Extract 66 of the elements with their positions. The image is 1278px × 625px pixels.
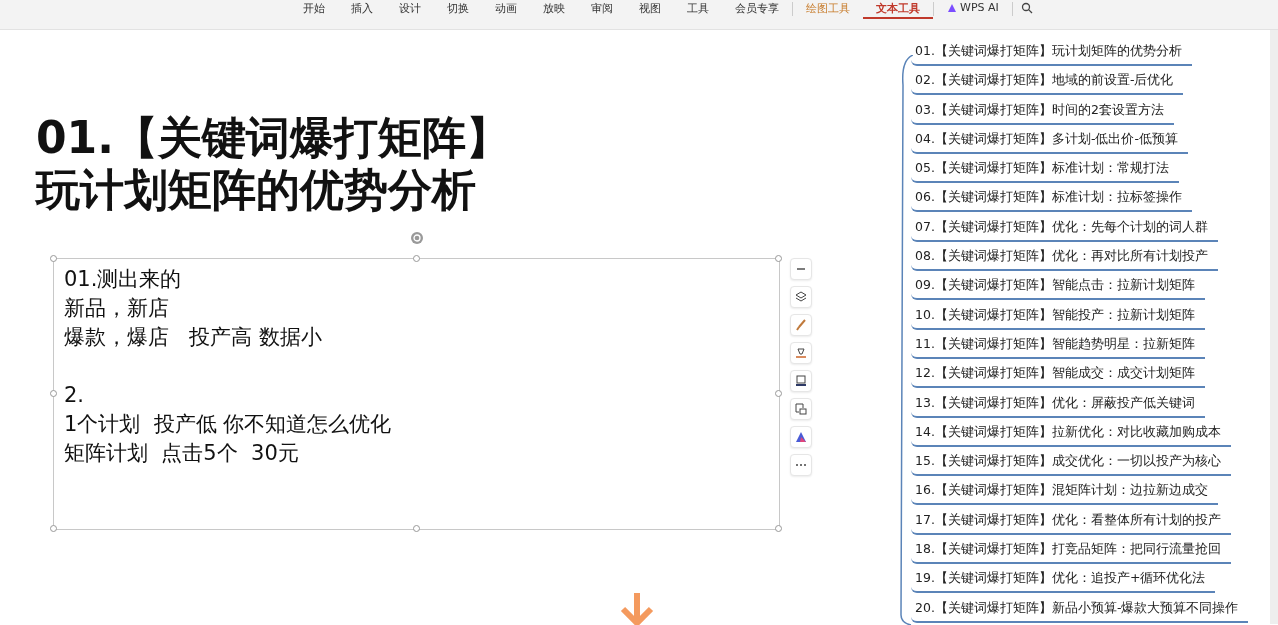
ribbon-tab[interactable]: 开始 — [290, 0, 338, 19]
resize-handle[interactable] — [50, 525, 57, 532]
outline-node[interactable]: 05.【关键词爆打矩阵】标准计划：常规打法 — [911, 155, 1179, 184]
shapes-icon — [794, 402, 808, 416]
resize-handle[interactable] — [775, 390, 782, 397]
text-line: 爆款，爆店 投产高 数据小 — [64, 324, 323, 351]
resize-handle[interactable] — [50, 255, 57, 262]
outline-node[interactable]: 09.【关键词爆打矩阵】智能点击：拉新计划矩阵 — [911, 272, 1205, 301]
text-line: 新品，新店 — [64, 295, 170, 322]
text-line: 矩阵计划 点击5个 30元 — [64, 440, 300, 467]
layers-button[interactable] — [790, 286, 812, 308]
outline-node[interactable]: 02.【关键词爆打矩阵】地域的前设置-后优化 — [911, 67, 1184, 96]
frame-icon — [794, 374, 808, 388]
brush-button[interactable] — [790, 314, 812, 336]
ribbon-tab[interactable]: 工具 — [674, 0, 722, 19]
layers-icon — [794, 290, 808, 304]
resize-handle[interactable] — [412, 525, 420, 532]
ribbon-tab[interactable]: 会员专享 — [722, 0, 792, 19]
outline-node[interactable]: 20.【关键词爆打矩阵】新品小预算-爆款大预算不同操作 — [911, 594, 1249, 623]
outline-node[interactable]: 14.【关键词爆打矩阵】拉新优化：对比收藏加购成本 — [911, 418, 1231, 447]
resize-handle[interactable] — [50, 390, 57, 397]
frame-button[interactable] — [790, 370, 812, 392]
outline-node[interactable]: 08.【关键词爆打矩阵】优化：再对比所有计划投产 — [911, 243, 1218, 272]
text-line: 2. — [64, 382, 86, 409]
outline-node[interactable]: 19.【关键词爆打矩阵】优化：追投产+循环优化法 — [911, 565, 1216, 594]
outline-node[interactable]: 12.【关键词爆打矩阵】智能成交：成交计划矩阵 — [911, 360, 1205, 389]
down-arrow-icon — [618, 593, 656, 625]
text-line: 01.测出来的 — [64, 266, 183, 293]
ribbon-tab[interactable]: 切换 — [434, 0, 482, 19]
slide-title: 01.【关键词爆打矩阵】 — [36, 112, 511, 164]
outline-node[interactable]: 10.【关键词爆打矩阵】智能投产：拉新计划矩阵 — [911, 301, 1205, 330]
more-button[interactable] — [790, 454, 812, 476]
resize-handle[interactable] — [775, 255, 782, 262]
resize-handle[interactable] — [775, 525, 782, 532]
outline-node[interactable]: 03.【关键词爆打矩阵】时间的2套设置方法 — [911, 96, 1174, 125]
ribbon-tab[interactable]: 插入 — [338, 0, 386, 19]
outline-node[interactable]: 17.【关键词爆打矩阵】优化：看整体所有计划的投产 — [911, 506, 1231, 535]
ribbon-tab[interactable]: WPS AI — [934, 0, 1012, 17]
ribbon-tab[interactable]: 审阅 — [578, 0, 626, 19]
ai-logo-button[interactable] — [790, 426, 812, 448]
ai-logo-icon — [794, 430, 808, 444]
text-line: 1个计划 投产低 你不知道怎么优化 — [64, 411, 393, 438]
ribbon-tab[interactable]: 视图 — [626, 0, 674, 19]
minus-button[interactable] — [790, 258, 812, 280]
search-icon[interactable] — [1020, 2, 1033, 14]
outline-node[interactable]: 04.【关键词爆打矩阵】多计划-低出价-低预算 — [911, 125, 1188, 154]
brush-icon — [794, 318, 808, 332]
ribbon-tab[interactable]: 放映 — [530, 0, 578, 19]
eraser-button[interactable] — [790, 342, 812, 364]
ribbon-tab[interactable]: 动画 — [482, 0, 530, 19]
outline-node[interactable]: 16.【关键词爆打矩阵】混矩阵计划：边拉新边成交 — [911, 477, 1218, 506]
outline-node[interactable]: 15.【关键词爆打矩阵】成交优化：一切以投产为核心 — [911, 448, 1231, 477]
resize-handle[interactable] — [412, 255, 420, 262]
rotate-handle-icon[interactable] — [410, 231, 424, 245]
ribbon-tab[interactable]: 设计 — [386, 0, 434, 19]
ai-logo-icon — [947, 2, 957, 13]
ribbon-tab[interactable]: 文本工具 — [863, 0, 933, 19]
outline-node[interactable]: 13.【关键词爆打矩阵】优化：屏蔽投产低关键词 — [911, 389, 1205, 418]
outline-node[interactable]: 06.【关键词爆打矩阵】标准计划：拉标签操作 — [911, 184, 1192, 213]
eraser-icon — [794, 346, 808, 360]
slide-title: 玩计划矩阵的优势分析 — [36, 164, 477, 216]
outline-node[interactable]: 07.【关键词爆打矩阵】优化：先每个计划的词人群 — [911, 213, 1218, 242]
outline-node[interactable]: 18.【关键词爆打矩阵】打竞品矩阵：把同行流量抢回 — [911, 536, 1231, 565]
outline-node[interactable]: 11.【关键词爆打矩阵】智能趋势明星：拉新矩阵 — [911, 330, 1205, 359]
shapes-button[interactable] — [790, 398, 812, 420]
outline-node[interactable]: 01.【关键词爆打矩阵】玩计划矩阵的优势分析 — [911, 38, 1192, 66]
